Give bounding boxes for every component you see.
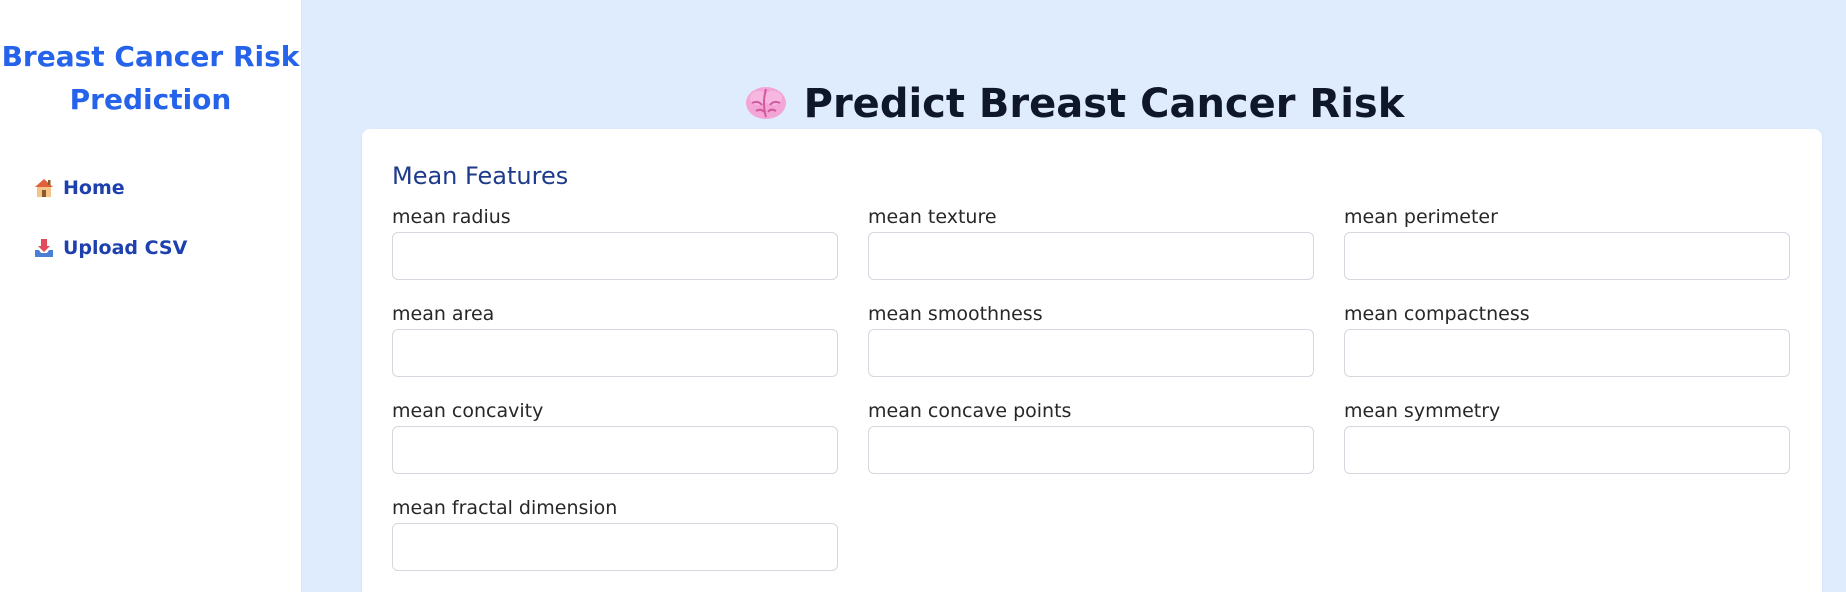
field-label: mean compactness	[1344, 303, 1530, 325]
mean-radius-input[interactable]	[392, 232, 838, 280]
field-mean-fractal-dimension: mean fractal dimension	[392, 495, 838, 577]
mean-concave-points-input[interactable]	[868, 426, 1314, 474]
field-mean-concavity: mean concavity	[392, 398, 838, 480]
sidebar-nav: Home Upload CSV	[0, 176, 301, 260]
field-mean-concave-points: mean concave points	[868, 398, 1314, 480]
page-title-text: Predict Breast Cancer Risk	[803, 80, 1405, 127]
field-mean-smoothness: mean smoothness	[868, 301, 1314, 383]
inbox-tray-icon	[33, 237, 55, 259]
field-mean-perimeter: mean perimeter	[1344, 204, 1790, 286]
sidebar-item-home[interactable]: Home	[33, 176, 301, 200]
feature-grid: mean radius mean texture mean perimeter …	[392, 204, 1790, 577]
sidebar-item-upload-csv[interactable]: Upload CSV	[33, 236, 301, 260]
field-mean-symmetry: mean symmetry	[1344, 398, 1790, 480]
mean-concavity-input[interactable]	[392, 426, 838, 474]
mean-perimeter-input[interactable]	[1344, 232, 1790, 280]
field-label: mean area	[392, 303, 495, 325]
page-title: Predict Breast Cancer Risk	[302, 77, 1846, 131]
field-mean-area: mean area	[392, 301, 838, 383]
mean-symmetry-input[interactable]	[1344, 426, 1790, 474]
field-mean-radius: mean radius	[392, 204, 838, 286]
feature-form-card: Mean Features mean radius mean texture m…	[362, 129, 1822, 592]
field-label: mean radius	[392, 206, 511, 228]
field-label: mean concavity	[392, 400, 544, 422]
brain-icon	[744, 83, 788, 123]
mean-texture-input[interactable]	[868, 232, 1314, 280]
mean-compactness-input[interactable]	[1344, 329, 1790, 377]
field-label: mean symmetry	[1344, 400, 1501, 422]
mean-area-input[interactable]	[392, 329, 838, 377]
mean-fractal-dimension-input[interactable]	[392, 523, 838, 571]
field-label: mean perimeter	[1344, 206, 1498, 228]
field-label: mean texture	[868, 206, 997, 228]
section-title: Mean Features	[392, 162, 569, 190]
sidebar-item-label: Home	[63, 177, 125, 199]
field-label: mean fractal dimension	[392, 497, 618, 519]
main-content: Predict Breast Cancer Risk Mean Features…	[302, 0, 1846, 592]
sidebar: Breast Cancer Risk Prediction Home Uploa…	[0, 0, 302, 592]
field-mean-texture: mean texture	[868, 204, 1314, 286]
field-label: mean smoothness	[868, 303, 1043, 325]
sidebar-item-label: Upload CSV	[63, 237, 188, 259]
mean-smoothness-input[interactable]	[868, 329, 1314, 377]
house-icon	[33, 177, 55, 199]
field-label: mean concave points	[868, 400, 1072, 422]
field-mean-compactness: mean compactness	[1344, 301, 1790, 383]
app-root: Breast Cancer Risk Prediction Home Uploa…	[0, 0, 1846, 592]
app-brand-title: Breast Cancer Risk Prediction	[1, 40, 300, 116]
